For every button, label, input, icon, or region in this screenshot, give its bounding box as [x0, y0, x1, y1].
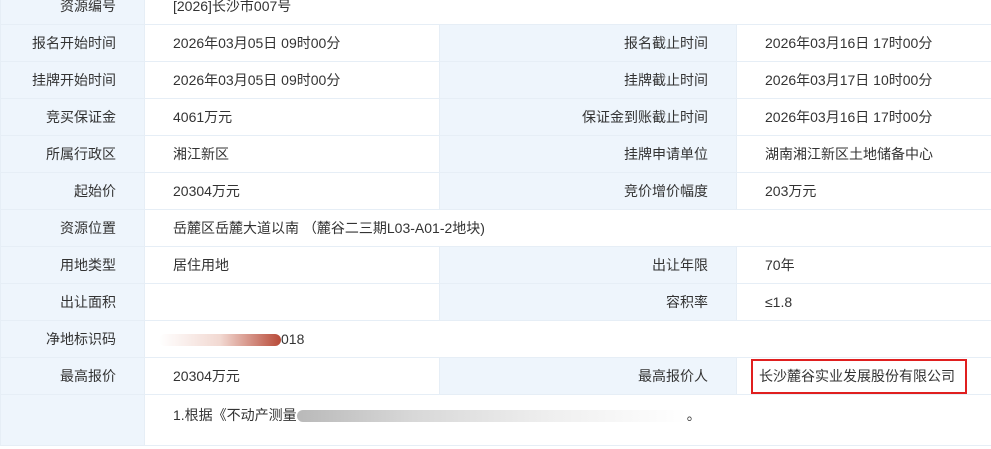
label-list-end: 挂牌截止时间 — [439, 61, 737, 99]
row-land-code: 净地标识码 018 — [0, 320, 991, 358]
row-district: 所属行政区 湘江新区 挂牌申请单位 湖南湘江新区土地储备中心 — [0, 135, 991, 173]
value-far: ≤1.8 — [735, 283, 991, 321]
label-deposit-deadline: 保证金到账截止时间 — [439, 98, 737, 136]
note-prefix: 1.根据《不动产测量 — [173, 407, 297, 423]
value-area — [144, 283, 440, 321]
label-reg-start: 报名开始时间 — [0, 24, 145, 62]
label-location: 资源位置 — [0, 209, 145, 247]
row-note: 1.根据《不动产测量 。 — [0, 394, 991, 446]
row-location: 资源位置 岳麓区岳麓大道以南 （麓谷二三期L03-A01-2地块) — [0, 209, 991, 247]
value-increment: 203万元 — [735, 172, 991, 210]
label-district: 所属行政区 — [0, 135, 145, 173]
redacted-code-mask — [159, 334, 281, 347]
label-resource-no: 资源编号 — [0, 0, 145, 25]
top-bidder-highlight-box: 长沙麓谷实业发展股份有限公司 — [751, 358, 967, 394]
label-term: 出让年限 — [439, 246, 737, 284]
land-listing-table: 资源编号 [2026]长沙市007号 报名开始时间 2026年03月05日 09… — [0, 0, 991, 446]
label-list-start: 挂牌开始时间 — [0, 61, 145, 99]
value-start-price: 20304万元 — [144, 172, 440, 210]
label-start-price: 起始价 — [0, 172, 145, 210]
row-resource-no: 资源编号 [2026]长沙市007号 — [0, 0, 991, 25]
row-area: 出让面积 容积率 ≤1.8 — [0, 283, 991, 321]
note-suffix: 。 — [686, 407, 701, 423]
label-land-code: 净地标识码 — [0, 320, 145, 358]
value-district: 湘江新区 — [144, 135, 440, 173]
value-top-bidder-cell: 长沙麓谷实业发展股份有限公司 — [735, 357, 991, 395]
value-top-price: 20304万元 — [144, 357, 440, 395]
label-note-empty — [0, 394, 145, 446]
row-price: 起始价 20304万元 竞价增价幅度 203万元 — [0, 172, 991, 210]
value-reg-end: 2026年03月16日 17时00分 — [735, 24, 991, 62]
value-deposit-deadline: 2026年03月16日 17时00分 — [735, 98, 991, 136]
label-reg-end: 报名截止时间 — [439, 24, 737, 62]
row-listing: 挂牌开始时间 2026年03月05日 09时00分 挂牌截止时间 2026年03… — [0, 61, 991, 99]
label-applicant: 挂牌申请单位 — [439, 135, 737, 173]
value-term: 70年 — [735, 246, 991, 284]
value-location: 岳麓区岳麓大道以南 （麓谷二三期L03-A01-2地块) — [143, 209, 991, 247]
row-deposit: 竞买保证金 4061万元 保证金到账截止时间 2026年03月16日 17时00… — [0, 98, 991, 136]
value-land-use: 居住用地 — [144, 246, 440, 284]
label-land-use: 用地类型 — [0, 246, 145, 284]
label-top-price: 最高报价 — [0, 357, 145, 395]
label-increment: 竞价增价幅度 — [439, 172, 737, 210]
row-registration: 报名开始时间 2026年03月05日 09时00分 报名截止时间 2026年03… — [0, 24, 991, 62]
row-top-bid: 最高报价 20304万元 最高报价人 长沙麓谷实业发展股份有限公司 — [0, 357, 991, 395]
label-top-bidder: 最高报价人 — [439, 357, 737, 395]
value-applicant: 湖南湘江新区土地储备中心 — [735, 135, 991, 173]
row-land-use: 用地类型 居住用地 出让年限 70年 — [0, 246, 991, 284]
value-list-end: 2026年03月17日 10时00分 — [735, 61, 991, 99]
value-top-bidder: 长沙麓谷实业发展股份有限公司 — [759, 367, 955, 384]
label-area: 出让面积 — [0, 283, 145, 321]
value-land-code-cell: 018 — [143, 320, 991, 358]
value-deposit: 4061万元 — [144, 98, 440, 136]
value-list-start: 2026年03月05日 09时00分 — [144, 61, 440, 99]
value-reg-start: 2026年03月05日 09时00分 — [144, 24, 440, 62]
note-cell: 1.根据《不动产测量 。 — [143, 394, 991, 446]
label-deposit: 竞买保证金 — [0, 98, 145, 136]
value-resource-no: [2026]长沙市007号 — [143, 0, 991, 25]
label-far: 容积率 — [439, 283, 737, 321]
redacted-note-mask — [296, 410, 687, 423]
value-land-code: 018 — [281, 331, 305, 347]
